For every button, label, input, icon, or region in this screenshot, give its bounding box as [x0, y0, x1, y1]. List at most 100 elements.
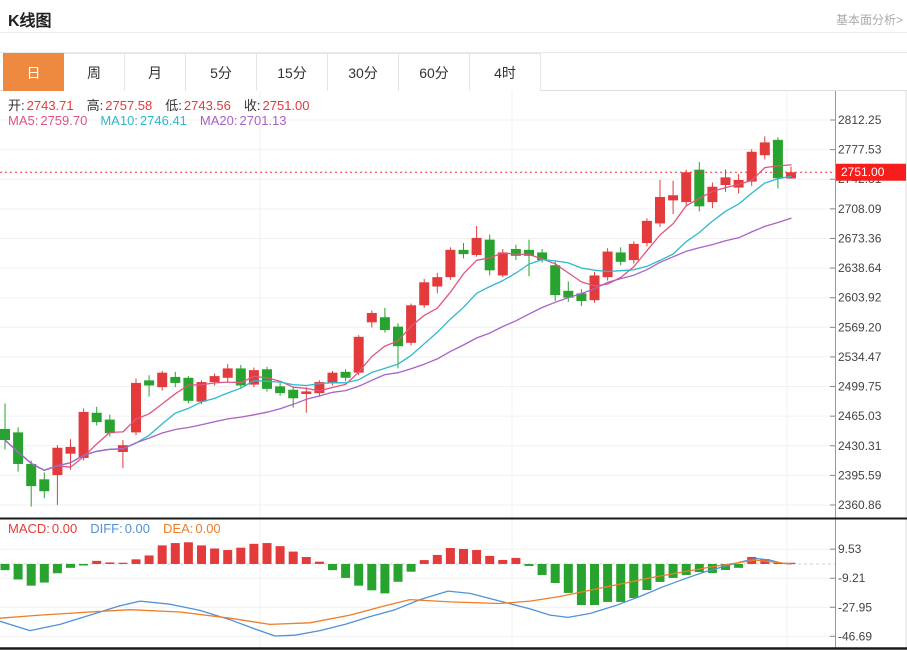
macd-bar: [341, 564, 350, 578]
macd-tick-label: -9.21: [838, 571, 866, 585]
candle-body: [472, 238, 482, 255]
tab-60分[interactable]: 60分: [399, 53, 470, 91]
candle-body: [550, 265, 560, 295]
tab-日[interactable]: 日: [3, 53, 64, 91]
macd-bar: [249, 544, 258, 564]
macd-bar: [564, 564, 573, 593]
macd-bar: [407, 564, 416, 572]
candle-body: [616, 252, 626, 261]
macd-bar: [472, 550, 481, 564]
macd-bar: [642, 564, 651, 590]
macd-bar: [14, 564, 23, 579]
candle-body: [288, 390, 298, 399]
macd-bar: [27, 564, 36, 586]
macd-bar: [197, 545, 206, 564]
price-tick-label: 2603.92: [838, 291, 882, 305]
candle-body: [445, 250, 455, 277]
price-tick-label: 2673.36: [838, 231, 882, 245]
candle-body: [183, 378, 193, 401]
candle-body: [26, 464, 36, 486]
fundamental-analysis-link[interactable]: 基本面分析>: [836, 11, 903, 28]
legend-item: MA20:2701.13: [200, 113, 287, 128]
tab-5分[interactable]: 5分: [186, 53, 257, 91]
legend-item: 高:2757.58: [87, 98, 153, 113]
macd-bar: [289, 552, 298, 564]
price-tick-label: 2395.59: [838, 468, 882, 482]
tab-30分[interactable]: 30分: [328, 53, 399, 91]
legend-item: 低:2743.56: [165, 98, 231, 113]
candle-body: [223, 368, 233, 377]
tab-15分[interactable]: 15分: [257, 53, 328, 91]
macd-bar: [210, 548, 219, 563]
macd-bar: [734, 564, 743, 568]
macd-legend: MACD:0.00 DIFF:0.00 DEA:0.00: [8, 521, 234, 536]
candle-body: [681, 172, 691, 202]
macd-bar: [145, 555, 154, 564]
macd-bar: [656, 564, 665, 582]
candle-body: [498, 252, 508, 275]
macd-bar: [538, 564, 547, 575]
macd-bar: [498, 560, 507, 564]
macd-tick-label: -27.95: [838, 600, 872, 614]
macd-bar: [420, 560, 429, 564]
candle-body: [459, 250, 469, 254]
interval-tabbar: 日周月5分15分30分60分4时: [0, 52, 907, 91]
candle-body: [655, 197, 665, 223]
candle-body: [721, 177, 731, 185]
macd-bar: [367, 564, 376, 590]
tab-月[interactable]: 月: [125, 53, 186, 91]
candle-body: [79, 412, 89, 458]
macd-bar: [53, 564, 62, 573]
ohlc-legend: 开:2743.71 高:2757.58 低:2743.56 收:2751.00: [8, 95, 323, 114]
candle-body: [52, 448, 62, 475]
macd-bar: [590, 564, 599, 605]
legend-item: MA10:2746.41: [100, 113, 187, 128]
legend-item: DEA:0.00: [163, 521, 221, 536]
macd-bar: [380, 564, 389, 593]
tab-4时[interactable]: 4时: [470, 53, 541, 91]
macd-bar: [223, 550, 232, 564]
candle-body: [144, 380, 154, 385]
candle-body: [432, 277, 442, 286]
macd-tick-label: 9.53: [838, 542, 862, 556]
candle-body: [210, 376, 220, 382]
macd-bar: [79, 564, 88, 566]
macd-bar: [105, 562, 114, 564]
price-tick-label: 2638.64: [838, 261, 882, 275]
macd-bar: [118, 563, 127, 564]
candle-body: [603, 252, 613, 278]
candle-body: [92, 413, 102, 422]
macd-bar: [158, 545, 167, 564]
candle-body: [419, 282, 429, 305]
price-tick-label: 2499.75: [838, 380, 882, 394]
price-tick-label: 2708.09: [838, 202, 882, 216]
macd-bar: [577, 564, 586, 605]
legend-item: MACD:0.00: [8, 521, 77, 536]
legend-item: 收:2751.00: [244, 98, 310, 113]
macd-bar: [433, 555, 442, 564]
price-tick-label: 2812.25: [838, 113, 882, 127]
macd-bar: [236, 548, 245, 564]
legend-item: 开:2743.71: [8, 98, 74, 113]
legend-item: DIFF:0.00: [90, 521, 150, 536]
price-tick-label: 2430.31: [838, 439, 882, 453]
macd-bar: [485, 556, 494, 564]
macd-bar: [682, 564, 691, 575]
price-tick-label: 2465.03: [838, 409, 882, 423]
tab-周[interactable]: 周: [64, 53, 125, 91]
candle-body: [629, 244, 639, 260]
macd-bar: [394, 564, 403, 582]
current-price-label-text: 2751.00: [841, 165, 885, 179]
macd-bar: [315, 562, 324, 564]
macd-bar: [354, 564, 363, 586]
header-divider: [0, 32, 907, 33]
macd-bar: [1, 564, 10, 570]
macd-bar: [171, 543, 180, 564]
candle-body: [642, 221, 652, 243]
candle-body: [760, 142, 770, 155]
macd-bar: [276, 546, 285, 564]
candle-body: [170, 377, 180, 383]
macd-bar: [459, 549, 468, 564]
macd-bar: [132, 559, 141, 564]
macd-bar: [302, 557, 311, 564]
